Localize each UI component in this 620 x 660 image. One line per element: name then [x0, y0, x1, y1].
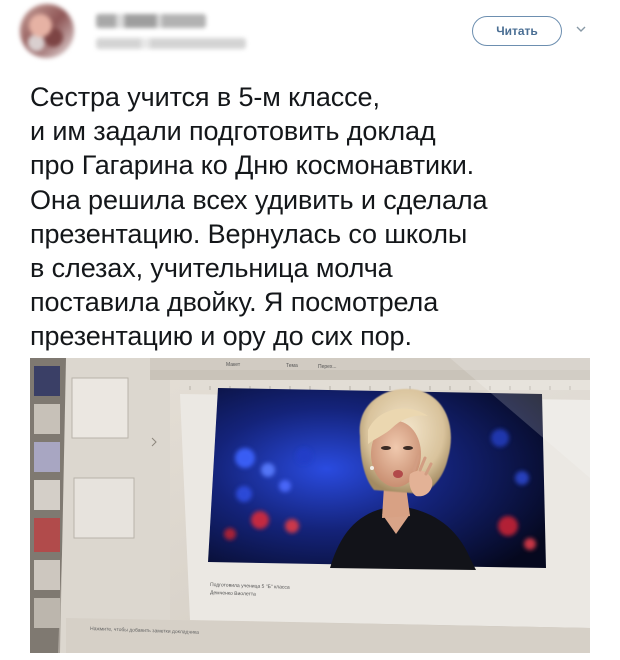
tweet-text-line: презентацию и ору до сих пор.: [30, 321, 412, 352]
toolbar-transitions: Перех...: [318, 364, 337, 370]
tweet-header: Читать: [0, 0, 620, 70]
tweet-text-line: Сестра учится в 5-м классе,: [30, 82, 380, 112]
tweet-text-line: поставила двойку. Я посмотрела: [30, 287, 439, 318]
tweet-text: Сестра учится в 5-м классе, и им задали …: [30, 80, 610, 354]
presentation-screen-photo: Макет Тема Перех... Подготовила ученица …: [30, 358, 590, 653]
follow-button[interactable]: Читать: [472, 16, 562, 46]
chevron-down-icon[interactable]: [576, 24, 586, 34]
slide-photo: [208, 388, 546, 570]
tweet-text-line: Она решила всех удивить и сделала: [30, 184, 488, 215]
attached-photo[interactable]: Макет Тема Перех... Подготовила ученица …: [30, 358, 590, 653]
tweet-text-line: презентацию. Вернулась со школы: [30, 218, 468, 249]
toolbar-theme: Тема: [286, 363, 298, 369]
toolbar-layout: Макет: [226, 362, 241, 368]
tweet-text-line: в слезах, учительница молча: [30, 253, 393, 284]
avatar[interactable]: [20, 4, 74, 58]
author-handle-blurred: [96, 38, 246, 49]
author-name-blurred[interactable]: [96, 14, 206, 28]
tweet-text-line: про Гагарина ко Дню космонавтики.: [30, 150, 475, 181]
tweet-text-line: и им задали подготовить доклад: [30, 116, 436, 147]
